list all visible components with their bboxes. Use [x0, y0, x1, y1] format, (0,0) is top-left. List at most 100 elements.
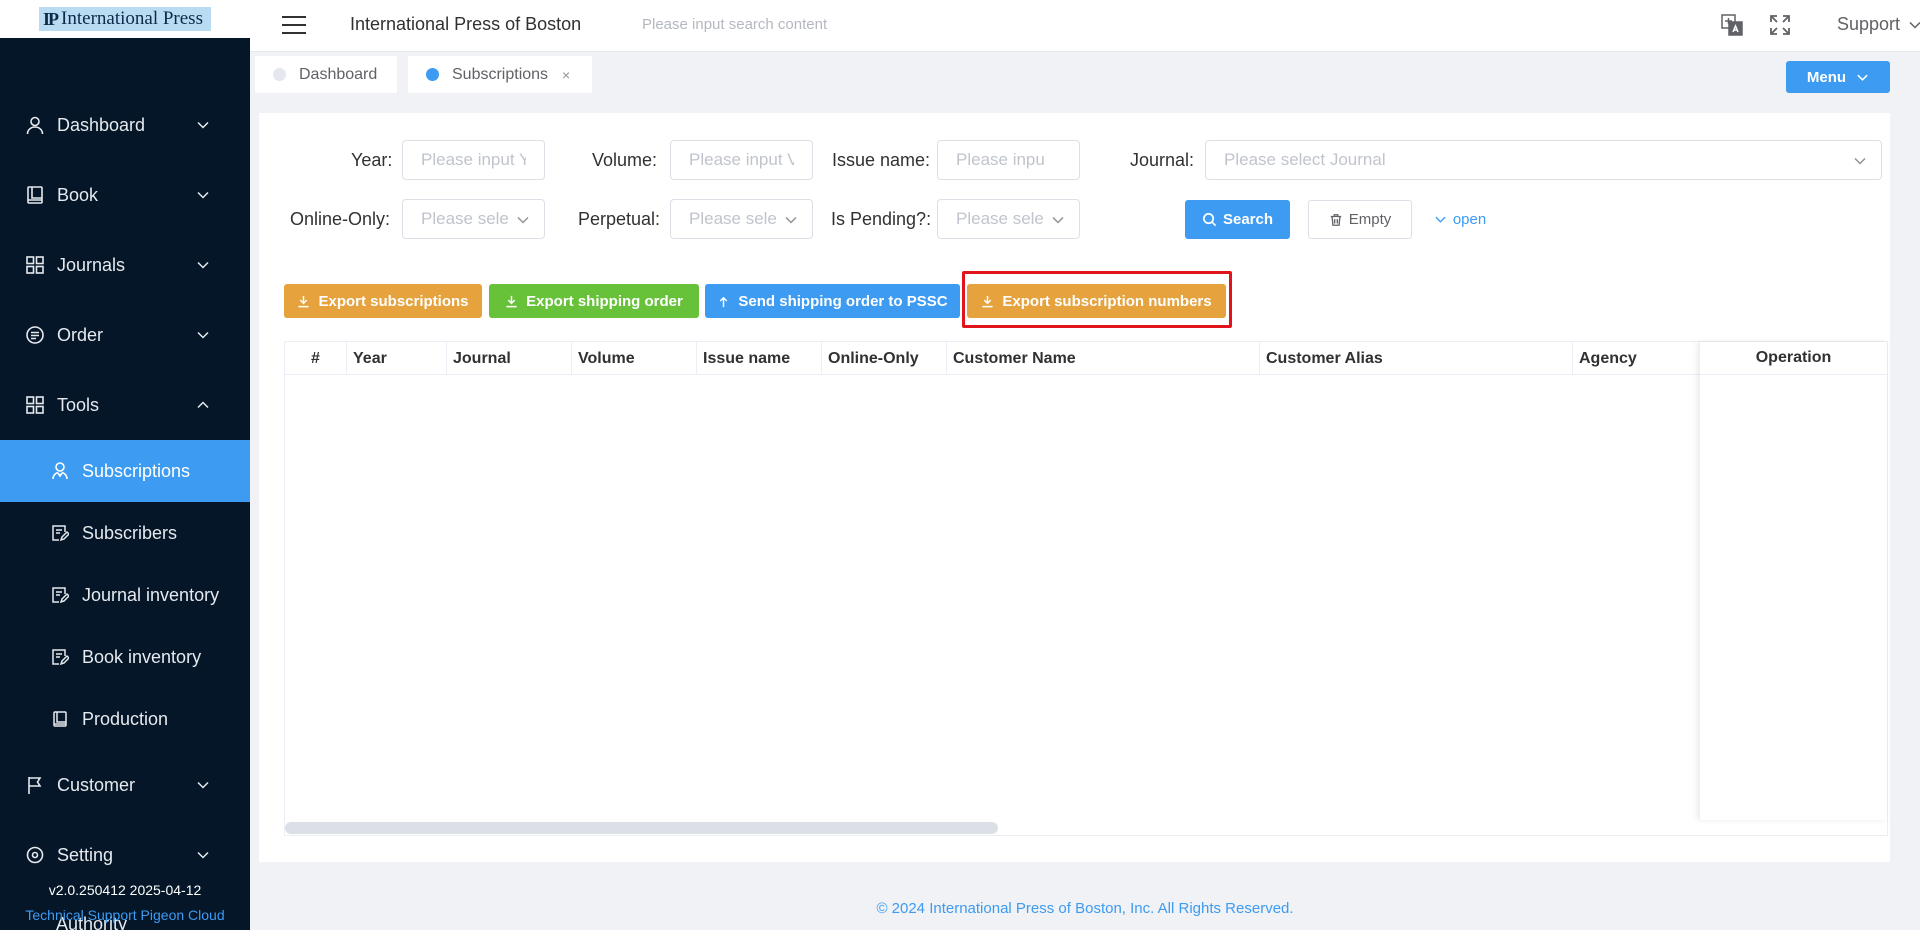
- subscriptions-table: # Year Journal Volume Issue name Online-…: [284, 341, 1888, 836]
- logo[interactable]: IP International Press: [39, 7, 211, 31]
- chevron-down-icon: [197, 331, 209, 339]
- sidebar-item-label: Book inventory: [82, 646, 202, 667]
- search-button-label: Search: [1222, 211, 1274, 228]
- tab-status-dot: [426, 68, 439, 81]
- hamburger-menu-icon[interactable]: [282, 16, 306, 34]
- journal-select-placeholder: Please select Journal: [1224, 150, 1386, 169]
- translate-icon[interactable]: [1720, 13, 1744, 37]
- list-icon: [24, 324, 46, 346]
- support-dropdown[interactable]: Support: [1837, 14, 1920, 35]
- column-header-issue-name[interactable]: Issue name: [697, 342, 822, 375]
- search-button[interactable]: Search: [1185, 200, 1290, 239]
- sidebar-item-order[interactable]: Order: [0, 300, 250, 370]
- empty-button[interactable]: Empty: [1308, 200, 1412, 239]
- chevron-down-icon: [197, 781, 209, 789]
- trash-icon: [1330, 213, 1341, 226]
- is-pending-select[interactable]: Please sele: [937, 199, 1080, 239]
- send-shipping-order-button[interactable]: Send shipping order to PSSC: [705, 284, 960, 318]
- sidebar-item-label: Subscriptions: [82, 460, 191, 481]
- user-icon: [24, 114, 46, 136]
- issue-name-input[interactable]: [937, 140, 1080, 180]
- sidebar-item-book[interactable]: Book: [0, 160, 250, 230]
- site-title: International Press of Boston: [350, 14, 582, 34]
- support-label: Support: [1837, 14, 1901, 34]
- export-shipping-order-button[interactable]: Export shipping order: [489, 284, 699, 318]
- search-icon: [1203, 213, 1217, 227]
- export-subscriptions-label: Export subscriptions: [318, 292, 469, 310]
- chevron-down-icon: [1857, 74, 1868, 81]
- column-header-index[interactable]: #: [285, 342, 347, 375]
- column-header-year[interactable]: Year: [347, 342, 447, 375]
- export-subscriptions-button[interactable]: Export subscriptions: [284, 284, 482, 318]
- close-icon[interactable]: ×: [562, 67, 570, 83]
- sidebar-item-book-inventory[interactable]: Book inventory: [0, 626, 250, 688]
- upload-icon: [720, 296, 728, 307]
- table-header: # Year Journal Volume Issue name Online-…: [285, 342, 1887, 375]
- sidebar-item-customer[interactable]: Customer: [0, 750, 250, 820]
- horizontal-scrollbar[interactable]: [285, 822, 998, 834]
- sidebar-item-tools[interactable]: Tools: [0, 370, 250, 440]
- perpetual-select[interactable]: Please sele: [670, 199, 813, 239]
- column-header-operation: Operation: [1700, 342, 1887, 375]
- journal-select[interactable]: Please select Journal: [1205, 140, 1882, 180]
- is-pending-label: Is Pending?:: [831, 209, 932, 229]
- tabs-bar: Dashboard Subscriptions × Menu: [250, 52, 1920, 97]
- export-subscription-numbers-button[interactable]: Export subscription numbers: [967, 284, 1226, 318]
- header-search-input[interactable]: [642, 16, 942, 33]
- chevron-down-icon: [1052, 216, 1064, 224]
- open-toggle-button[interactable]: open: [1425, 200, 1495, 239]
- sidebar-item-production[interactable]: Production: [0, 688, 250, 750]
- flag-icon: [24, 774, 46, 796]
- perpetual-label: Perpetual:: [578, 209, 661, 229]
- open-button-label: open: [1452, 211, 1487, 228]
- sidebar-item-journal-inventory[interactable]: Journal inventory: [0, 564, 250, 626]
- sidebar-item-label: Setting: [57, 844, 114, 865]
- main-card: Year: Volume: Issue name: Journal: Pleas…: [259, 113, 1890, 862]
- sidebar-item-subscribers[interactable]: Subscribers: [0, 502, 250, 564]
- online-only-label: Online-Only:: [290, 209, 391, 229]
- sidebar: IP International Press Dashboard Book Jo…: [0, 0, 250, 930]
- export-shipping-order-label: Export shipping order: [526, 292, 683, 310]
- sidebar-item-label: Production: [82, 708, 169, 729]
- download-icon: [506, 295, 517, 307]
- tab-dashboard[interactable]: Dashboard: [255, 56, 397, 93]
- fullscreen-icon[interactable]: [1768, 13, 1792, 37]
- chevron-down-icon: [197, 851, 209, 859]
- tab-label: Subscriptions: [452, 65, 549, 83]
- edit-doc-icon: [50, 647, 70, 667]
- sidebar-menu: Dashboard Book Journals Order Tools Subs…: [0, 90, 250, 890]
- sidebar-item-setting[interactable]: Setting: [0, 820, 250, 890]
- logo-text: International Press: [61, 8, 203, 29]
- setting-icon: [24, 844, 46, 866]
- online-only-placeholder: Please sele: [421, 209, 509, 228]
- chevron-down-icon: [1435, 216, 1446, 223]
- grid-icon: [24, 394, 46, 416]
- download-icon: [298, 295, 310, 307]
- column-header-customer-alias[interactable]: Customer Alias: [1260, 342, 1573, 375]
- logo-mark-icon: IP: [43, 8, 59, 29]
- chevron-down-icon: [197, 121, 209, 129]
- operation-column: Operation: [1699, 342, 1887, 820]
- sidebar-item-label: Journal inventory: [82, 584, 220, 605]
- online-only-select[interactable]: Please sele: [402, 199, 545, 239]
- sidebar-item-subscriptions[interactable]: Subscriptions: [0, 440, 250, 502]
- column-header-customer-name[interactable]: Customer Name: [947, 342, 1260, 375]
- year-input[interactable]: [402, 140, 545, 180]
- sidebar-item-journals[interactable]: Journals: [0, 230, 250, 300]
- sidebar-item-label: Book: [57, 184, 99, 205]
- column-header-volume[interactable]: Volume: [572, 342, 697, 375]
- tab-subscriptions[interactable]: Subscriptions ×: [408, 56, 592, 93]
- volume-input[interactable]: [670, 140, 813, 180]
- menu-button[interactable]: Menu: [1786, 61, 1890, 93]
- sidebar-item-dashboard[interactable]: Dashboard: [0, 90, 250, 160]
- chevron-up-icon: [197, 401, 209, 409]
- column-header-journal[interactable]: Journal: [447, 342, 572, 375]
- version-text: v2.0.250412 2025-04-12: [48, 882, 202, 898]
- tech-support-link[interactable]: Technical Support Pigeon Cloud: [0, 907, 250, 923]
- perpetual-placeholder: Please sele: [689, 209, 777, 228]
- volume-label: Volume:: [592, 150, 658, 170]
- year-label: Year:: [351, 150, 393, 170]
- chevron-down-icon: [517, 216, 529, 224]
- column-header-online-only[interactable]: Online-Only: [822, 342, 947, 375]
- tab-label: Dashboard: [299, 65, 378, 83]
